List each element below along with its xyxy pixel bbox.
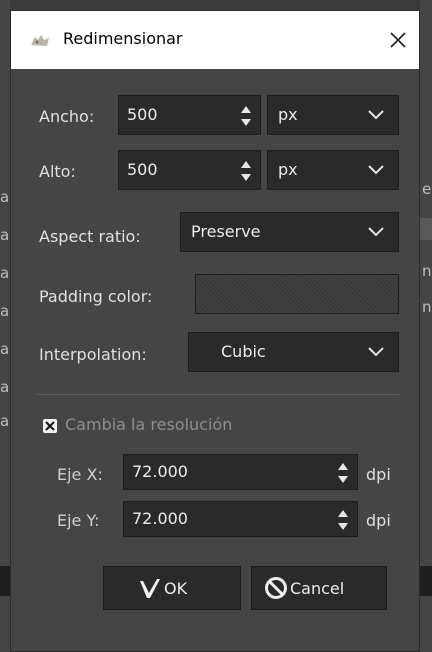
width-unit-select[interactable]: px — [267, 95, 399, 135]
cancel-label: Cancel — [290, 578, 345, 598]
background-window-left — [0, 0, 10, 652]
separator — [37, 394, 399, 395]
y-resolution-input[interactable]: 72.000 — [123, 501, 358, 537]
background-text: a — [0, 378, 10, 396]
ok-button[interactable]: OK — [103, 566, 241, 610]
y-resolution-unit: dpi — [366, 511, 391, 530]
background-text: a — [0, 412, 10, 430]
height-label: Alto: — [39, 162, 76, 181]
resize-dialog: Redimensionar Ancho: 500 px Alto: 500 px… — [10, 10, 420, 652]
check-x-icon — [45, 421, 55, 431]
background-text: a — [0, 226, 10, 244]
height-unit: px — [278, 160, 298, 179]
background-text: a — [0, 302, 10, 320]
x-resolution-value: 72.000 — [132, 462, 188, 481]
spin-arrows-icon[interactable] — [337, 506, 349, 534]
cancel-icon — [265, 577, 287, 599]
height-input[interactable]: 500 — [118, 150, 261, 190]
spin-arrows-icon[interactable] — [337, 459, 349, 487]
background-text: a — [0, 264, 10, 282]
cancel-button[interactable]: Cancel — [251, 566, 387, 610]
chevron-down-icon — [368, 110, 384, 120]
background-control — [420, 218, 432, 240]
interpolation-label: Interpolation: — [39, 345, 147, 364]
ok-label: OK — [164, 578, 188, 598]
chevron-down-icon — [368, 227, 384, 237]
height-unit-select[interactable]: px — [267, 150, 399, 190]
y-resolution-label: Eje Y: — [57, 511, 100, 530]
spin-arrows-icon[interactable] — [240, 102, 252, 130]
padding-color-swatch[interactable] — [195, 274, 399, 314]
width-label: Ancho: — [39, 107, 95, 126]
height-value: 500 — [127, 160, 158, 179]
width-value: 500 — [127, 105, 158, 124]
aspect-ratio-select[interactable]: Preserve — [180, 212, 399, 252]
background-text: a — [0, 188, 10, 206]
width-unit: px — [278, 105, 298, 124]
chevron-down-icon — [368, 347, 384, 357]
background-text: n — [422, 298, 432, 316]
chevron-down-icon — [368, 165, 384, 175]
title-bar: Redimensionar — [11, 11, 419, 69]
gimp-icon — [31, 35, 49, 46]
interpolation-value: Cubic — [221, 342, 266, 361]
background-text: n — [422, 262, 432, 280]
x-resolution-unit: dpi — [366, 465, 391, 484]
checkmark-icon — [140, 579, 160, 598]
dialog-title: Redimensionar — [63, 29, 183, 48]
y-resolution-value: 72.000 — [132, 509, 188, 528]
aspect-ratio-value: Preserve — [191, 222, 261, 241]
padding-color-label: Padding color: — [39, 287, 153, 306]
change-resolution-label: Cambia la resolución — [65, 415, 233, 434]
x-resolution-input[interactable]: 72.000 — [123, 454, 358, 490]
x-resolution-label: Eje X: — [57, 465, 103, 484]
interpolation-select[interactable]: Cubic — [188, 332, 399, 372]
aspect-ratio-label: Aspect ratio: — [39, 227, 141, 246]
background-window-right — [420, 0, 432, 652]
background-text: e — [422, 180, 432, 198]
change-resolution-checkbox[interactable] — [43, 419, 57, 433]
spin-arrows-icon[interactable] — [240, 157, 252, 185]
width-input[interactable]: 500 — [118, 95, 261, 135]
close-icon[interactable] — [383, 25, 413, 55]
background-text: a — [0, 340, 10, 358]
